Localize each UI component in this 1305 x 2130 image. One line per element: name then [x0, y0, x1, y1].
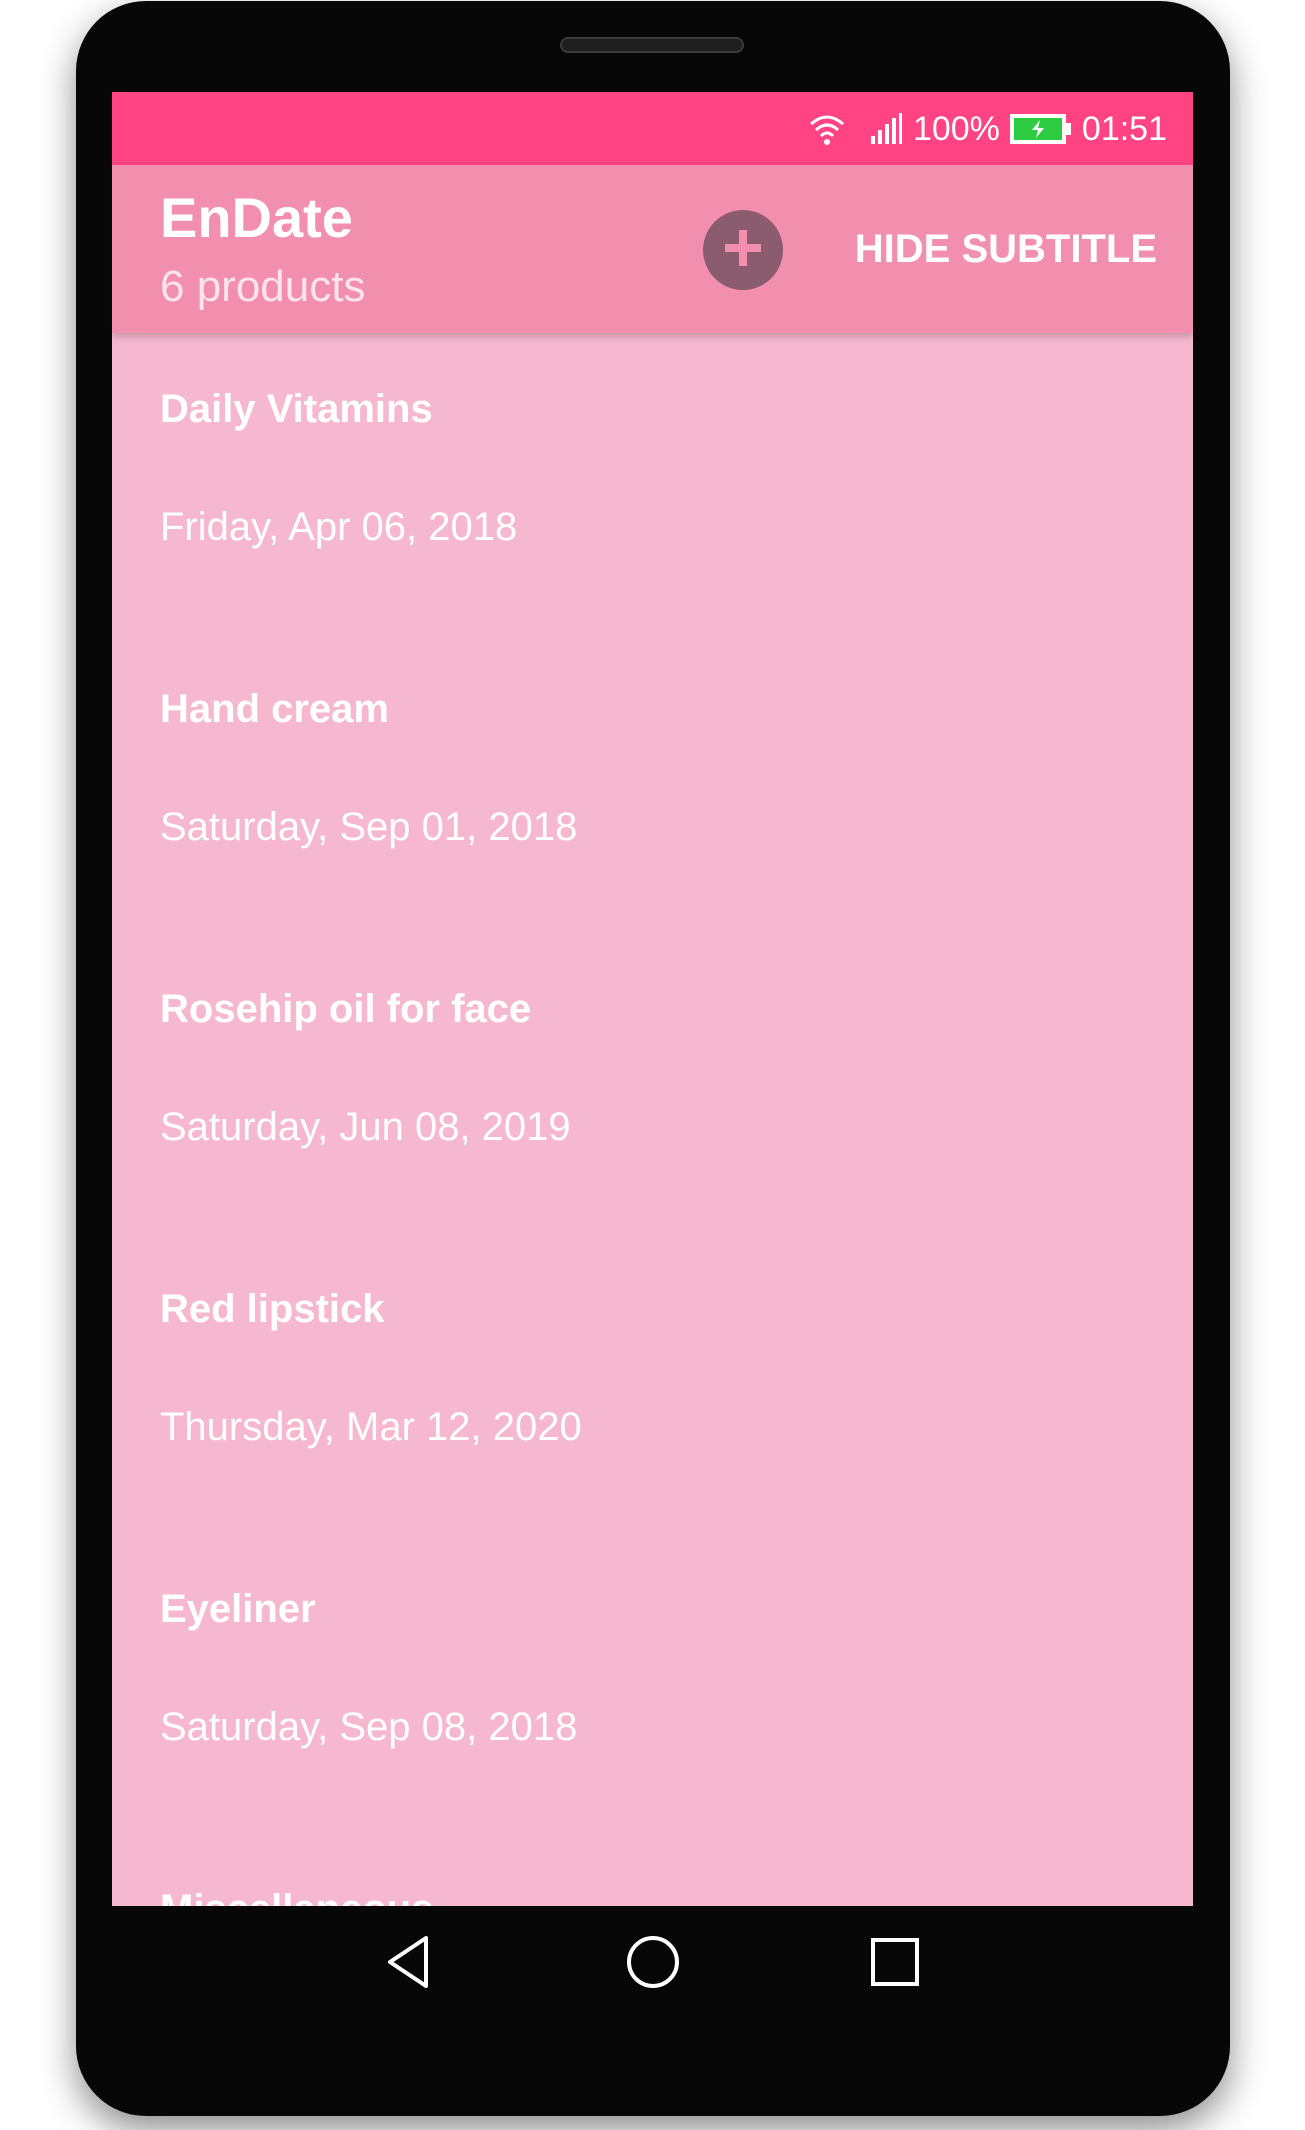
list-item[interactable]: Miscellaneous [112, 1833, 1193, 1906]
phone-frame: 100% 01:51 EnDate 6 products HIDE SUBTIT… [76, 1, 1230, 2116]
list-item[interactable]: Daily Vitamins Friday, Apr 06, 2018 [112, 333, 1193, 633]
recents-icon[interactable] [865, 1932, 925, 1992]
wifi-icon [807, 112, 847, 146]
product-date: Saturday, Jun 08, 2019 [160, 1105, 571, 1149]
status-bar: 100% 01:51 [112, 92, 1193, 165]
product-date: Thursday, Mar 12, 2020 [160, 1405, 582, 1449]
product-name: Hand cream [160, 687, 389, 731]
list-item[interactable]: Hand cream Saturday, Sep 01, 2018 [112, 633, 1193, 933]
product-date: Friday, Apr 06, 2018 [160, 505, 518, 549]
plus-icon [721, 226, 765, 275]
battery-charging-icon [1009, 113, 1072, 144]
clock: 01:51 [1081, 109, 1167, 148]
product-date: Saturday, Sep 01, 2018 [160, 805, 578, 849]
hide-subtitle-button[interactable]: HIDE SUBTITLE [855, 225, 1157, 273]
product-name: Red lipstick [160, 1287, 385, 1331]
phone-speaker [560, 37, 744, 53]
list-item[interactable]: Rosehip oil for face Saturday, Jun 08, 2… [112, 933, 1193, 1233]
status-icons: 100% 01:51 [807, 92, 1167, 165]
back-icon[interactable] [380, 1932, 440, 1992]
product-name: Miscellaneous [160, 1885, 433, 1906]
list-item[interactable]: Eyeliner Saturday, Sep 08, 2018 [112, 1533, 1193, 1833]
product-name: Eyeliner [160, 1587, 316, 1631]
screen: 100% 01:51 EnDate 6 products HIDE SUBTIT… [112, 92, 1193, 1906]
app-bar: EnDate 6 products HIDE SUBTITLE [112, 165, 1193, 333]
home-icon[interactable] [623, 1932, 683, 1992]
app-subtitle: 6 products [160, 262, 366, 311]
list-item[interactable]: Red lipstick Thursday, Mar 12, 2020 [112, 1233, 1193, 1533]
product-name: Daily Vitamins [160, 387, 433, 431]
app-title: EnDate [160, 186, 353, 249]
battery-percent: 100% [912, 109, 1000, 148]
product-date: Saturday, Sep 08, 2018 [160, 1705, 578, 1749]
signal-icon [869, 112, 903, 146]
product-list: Daily Vitamins Friday, Apr 06, 2018 Hand… [112, 333, 1193, 1906]
add-product-button[interactable] [703, 210, 783, 290]
nav-bar [112, 1906, 1193, 2016]
product-name: Rosehip oil for face [160, 987, 532, 1031]
